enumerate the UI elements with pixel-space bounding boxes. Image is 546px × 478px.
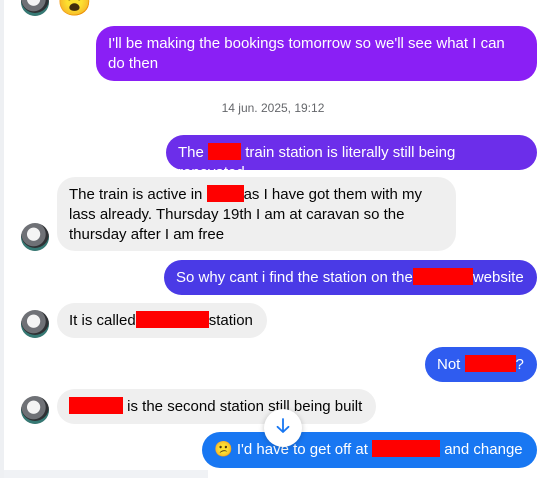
message-outgoing-5[interactable]: 😕 I'd have to get off at and change (202, 432, 537, 468)
composer-edge (4, 470, 208, 478)
message-incoming-1[interactable]: The train is active in as I have got the… (57, 177, 456, 251)
sidebar-divider (0, 0, 4, 478)
message-incoming-2[interactable]: It is called station (57, 303, 267, 338)
message-incoming-3[interactable]: is the second station still being built (57, 389, 376, 424)
contact-avatar[interactable] (21, 223, 49, 251)
message-timestamp: 14 jun. 2025, 19:12 (221, 101, 325, 115)
redaction-bar (208, 143, 242, 160)
message-outgoing-2[interactable]: The train station is literally still bei… (166, 135, 537, 181)
contact-avatar[interactable] (21, 0, 49, 16)
arrow-down-icon (274, 417, 292, 440)
reaction-emoji[interactable]: 😮 (57, 0, 92, 18)
redaction-bar (412, 268, 473, 285)
redaction-bar (464, 355, 516, 372)
message-outgoing-3[interactable]: So why cant i find the station on the web… (164, 260, 537, 295)
redaction-bar (372, 440, 441, 457)
redaction-bar (206, 185, 244, 202)
message-outgoing-4[interactable]: Not ? (425, 347, 537, 382)
scroll-to-bottom-button[interactable] (264, 409, 302, 447)
message-outgoing-1[interactable]: I'll be making the bookings tomorrow so … (96, 26, 537, 81)
contact-avatar[interactable] (21, 396, 49, 424)
redaction-bar (135, 311, 209, 328)
contact-avatar[interactable] (21, 310, 49, 338)
redaction-bar (69, 397, 123, 414)
